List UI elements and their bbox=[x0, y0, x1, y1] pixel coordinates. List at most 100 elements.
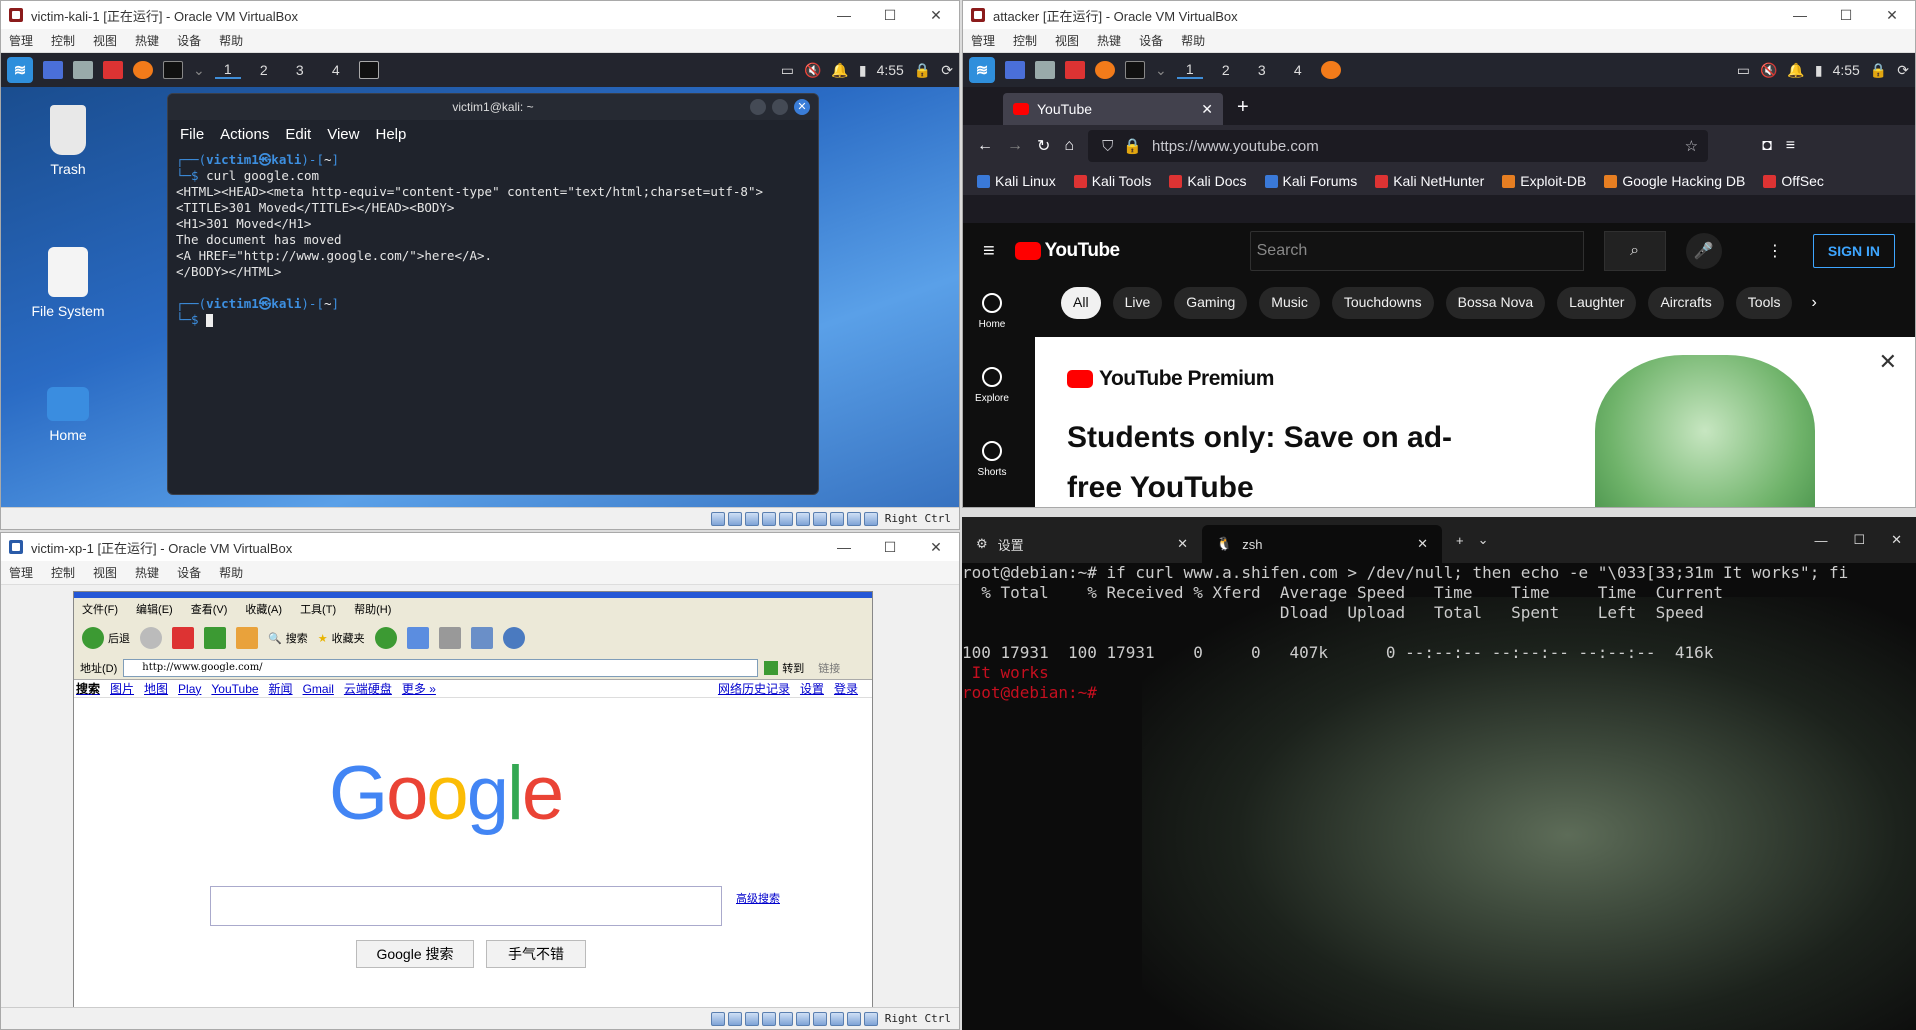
home-icon[interactable] bbox=[236, 627, 258, 649]
menu-devices[interactable]: 设备 bbox=[177, 32, 201, 49]
desktop-filesystem[interactable]: File System bbox=[23, 247, 113, 319]
term-menu-edit[interactable]: Edit bbox=[285, 126, 311, 143]
youtube-search-input[interactable]: Search bbox=[1249, 231, 1584, 271]
chip-aircrafts[interactable]: Aircrafts bbox=[1648, 287, 1724, 319]
display-status-icon[interactable] bbox=[812, 511, 827, 526]
close-button[interactable]: ✕ bbox=[1891, 532, 1902, 548]
link-news[interactable]: 新闻 bbox=[269, 680, 293, 697]
menu-control[interactable]: 控制 bbox=[1013, 32, 1037, 49]
term-max-button[interactable] bbox=[772, 99, 788, 115]
menu-control[interactable]: 控制 bbox=[51, 32, 75, 49]
mouse-integration-icon[interactable] bbox=[863, 511, 878, 526]
tab-settings[interactable]: ⚙ 设置 ✕ bbox=[962, 525, 1202, 563]
back-icon[interactable]: ← bbox=[977, 137, 993, 155]
menu-manage[interactable]: 管理 bbox=[971, 32, 995, 49]
link-search[interactable]: 搜索 bbox=[76, 680, 100, 697]
kali-menu-icon[interactable]: ≋ bbox=[7, 57, 33, 83]
advanced-search-link[interactable]: 高级搜索 bbox=[736, 890, 780, 906]
star-icon[interactable]: ☆ bbox=[1685, 137, 1698, 155]
go-button[interactable]: 转到 bbox=[764, 660, 804, 676]
close-button[interactable]: ✕ bbox=[913, 7, 959, 24]
network-icon[interactable] bbox=[761, 511, 776, 526]
chevron-down-icon[interactable]: ⌄ bbox=[193, 62, 205, 79]
bookmark-kali-forums[interactable]: Kali Forums bbox=[1264, 173, 1357, 189]
workspace-3[interactable]: 3 bbox=[1249, 62, 1275, 78]
mute-icon[interactable]: 🔇 bbox=[804, 62, 821, 79]
menu-view[interactable]: 视图 bbox=[93, 32, 117, 49]
term-menu-help[interactable]: Help bbox=[375, 126, 406, 143]
workspace-4[interactable]: 4 bbox=[1285, 62, 1311, 78]
firefox-icon[interactable] bbox=[1095, 61, 1115, 79]
link-drive[interactable]: 云端硬盘 bbox=[344, 680, 392, 697]
minimize-button[interactable]: — bbox=[821, 7, 867, 23]
recording-icon[interactable] bbox=[829, 511, 844, 526]
mute-icon[interactable]: 🔇 bbox=[1760, 62, 1777, 79]
link-images[interactable]: 图片 bbox=[110, 680, 134, 697]
terminal-task-icon[interactable] bbox=[358, 61, 379, 79]
terminal-window[interactable]: victim1@kali: ~ ✕ File Actions Edit View… bbox=[167, 93, 819, 495]
link-gmail[interactable]: Gmail bbox=[303, 682, 334, 696]
mouse-integration-icon[interactable] bbox=[863, 1011, 878, 1026]
pocket-icon[interactable]: ◘ bbox=[1762, 137, 1772, 155]
kali-menu-icon[interactable]: ≋ bbox=[969, 57, 995, 83]
show-desktop-icon[interactable] bbox=[1005, 61, 1025, 79]
term-menu-file[interactable]: File bbox=[180, 126, 204, 143]
firefox-icon[interactable] bbox=[133, 61, 153, 79]
print-icon[interactable] bbox=[438, 627, 461, 649]
favorites-button[interactable]: ★ 收藏夹 bbox=[318, 630, 365, 646]
google-search-input[interactable] bbox=[210, 886, 722, 926]
clock[interactable]: 4:55 bbox=[877, 62, 904, 78]
shield-icon[interactable]: ⛉ bbox=[1102, 138, 1113, 155]
close-button[interactable]: ✕ bbox=[913, 539, 959, 556]
bookmark-exploit-db[interactable]: Exploit-DB bbox=[1502, 173, 1586, 189]
link-maps[interactable]: 地图 bbox=[144, 680, 168, 697]
workspace-4[interactable]: 4 bbox=[323, 62, 349, 78]
stop-icon[interactable] bbox=[172, 627, 194, 649]
menu-hotkey[interactable]: 热键 bbox=[135, 32, 159, 49]
workspace-2[interactable]: 2 bbox=[1213, 62, 1239, 78]
google-search-button[interactable]: Google 搜索 bbox=[356, 940, 474, 968]
link-play[interactable]: Play bbox=[178, 682, 201, 696]
menu-devices[interactable]: 设备 bbox=[1139, 32, 1163, 49]
menu-icon[interactable]: ≡ bbox=[1786, 137, 1795, 155]
sidebar-item-explore[interactable]: Explore bbox=[963, 353, 1021, 427]
menu-help[interactable]: 帮助 bbox=[219, 32, 243, 49]
more-icon[interactable]: ⋮ bbox=[1767, 241, 1783, 261]
bell-icon[interactable]: 🔔 bbox=[1787, 62, 1804, 79]
terminal-icon[interactable] bbox=[1125, 61, 1145, 79]
chip-tools[interactable]: Tools bbox=[1735, 287, 1793, 319]
minimize-button[interactable]: — bbox=[821, 539, 867, 555]
menu-manage[interactable]: 管理 bbox=[9, 32, 33, 49]
bookmark-offsec[interactable]: OffSec bbox=[1763, 173, 1824, 189]
minimize-button[interactable]: — bbox=[1777, 7, 1823, 23]
display-icon[interactable]: ▭ bbox=[781, 62, 794, 79]
refresh-icon[interactable] bbox=[204, 627, 226, 649]
hdd-icon[interactable] bbox=[710, 511, 725, 526]
youtube-logo[interactable]: YouTube bbox=[1014, 240, 1120, 262]
maximize-button[interactable]: ☐ bbox=[867, 539, 913, 556]
chip-music[interactable]: Music bbox=[1259, 287, 1320, 319]
tab-close-icon[interactable]: ✕ bbox=[1417, 536, 1428, 552]
optical-icon[interactable] bbox=[727, 1011, 742, 1026]
bookmark-kali-nethunter[interactable]: Kali NetHunter bbox=[1375, 173, 1484, 189]
chip-live[interactable]: Live bbox=[1112, 287, 1163, 319]
workspace-2[interactable]: 2 bbox=[251, 62, 277, 78]
ie-menu-help[interactable]: 帮助(H) bbox=[354, 601, 391, 617]
maximize-button[interactable]: ☐ bbox=[1853, 532, 1865, 548]
workspace-1[interactable]: 1 bbox=[214, 61, 241, 79]
edit-icon[interactable] bbox=[470, 627, 493, 649]
menu-help[interactable]: 帮助 bbox=[1181, 32, 1205, 49]
menu-help[interactable]: 帮助 bbox=[219, 564, 243, 581]
menu-manage[interactable]: 管理 bbox=[9, 564, 33, 581]
usb-icon[interactable] bbox=[778, 511, 793, 526]
show-desktop-icon[interactable] bbox=[43, 61, 63, 79]
bookmark-google-hacking-db[interactable]: Google Hacking DB bbox=[1604, 173, 1745, 189]
terminal-icon[interactable] bbox=[163, 61, 183, 79]
home-icon[interactable]: ⌂ bbox=[1064, 137, 1074, 155]
text-editor-icon[interactable] bbox=[1065, 61, 1085, 79]
search-icon[interactable]: ⌕ bbox=[1603, 231, 1666, 271]
address-input[interactable]: http://www.google.com/ bbox=[123, 658, 759, 677]
battery-icon[interactable]: ▮ bbox=[859, 62, 867, 79]
mail-icon[interactable] bbox=[406, 627, 429, 649]
network-icon[interactable] bbox=[761, 1011, 776, 1026]
